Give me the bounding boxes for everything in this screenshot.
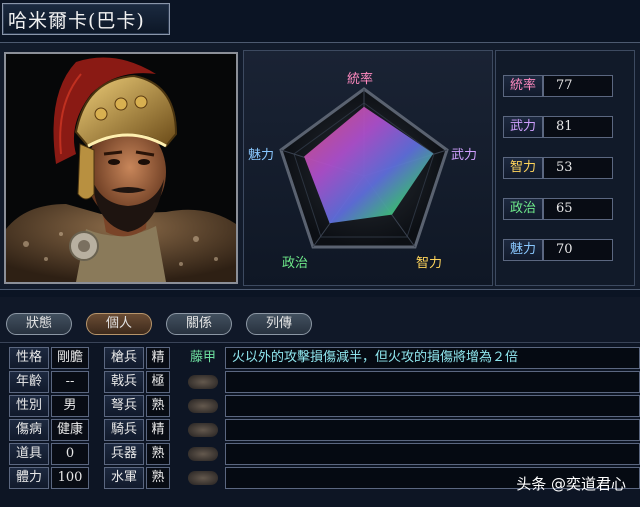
aptitude-value: 極 — [146, 371, 170, 393]
empty-skill-icon — [188, 447, 218, 461]
stat-label: 政治 — [503, 198, 543, 220]
empty-skill-icon — [188, 471, 218, 485]
info-value: 100 — [51, 467, 89, 489]
aptitude-value: 熟 — [146, 443, 170, 465]
watermark: 头条 @奕道君心 — [516, 475, 626, 493]
stat-label: 統率 — [503, 75, 543, 97]
aptitude-label: 水軍 — [104, 467, 144, 489]
radar-label-charm: 魅力 — [248, 148, 275, 163]
skill-description — [225, 395, 640, 417]
skill-description: 火以外的攻擊損傷減半，但火攻的損傷將增為２倍 — [225, 347, 640, 369]
tab-status[interactable]: 狀態 — [6, 313, 72, 335]
info-label: 傷病 — [9, 419, 49, 441]
empty-skill-icon — [188, 423, 218, 437]
empty-skill-icon — [188, 375, 218, 389]
warrior-portrait-icon — [6, 54, 236, 282]
stat-value: 65 — [543, 198, 613, 220]
aptitude-label: 兵器 — [104, 443, 144, 465]
tab-relations[interactable]: 關係 — [166, 313, 232, 335]
stat-label: 魅力 — [503, 239, 543, 261]
info-label: 性格 — [9, 347, 49, 369]
aptitude-value: 精 — [146, 347, 170, 369]
empty-skill-icon — [188, 399, 218, 413]
info-label: 年齡 — [9, 371, 49, 393]
info-value: 健康 — [51, 419, 89, 441]
info-label: 道具 — [9, 443, 49, 465]
skill-slot — [186, 443, 220, 465]
aptitude-label: 弩兵 — [104, 395, 144, 417]
skill-slot — [186, 467, 220, 489]
info-value: 剛膽 — [51, 347, 89, 369]
tab-biography[interactable]: 列傳 — [246, 313, 312, 335]
skill-description — [225, 419, 640, 441]
radar-label-war: 武力 — [451, 148, 478, 163]
stat-value: 53 — [543, 157, 613, 179]
aptitude-value: 熟 — [146, 467, 170, 489]
stat-value: 70 — [543, 239, 613, 261]
stat-label: 智力 — [503, 157, 543, 179]
info-value: -- — [51, 371, 89, 393]
info-value: 男 — [51, 395, 89, 417]
radar-label-politics: 政治 — [282, 256, 309, 271]
info-label: 性別 — [9, 395, 49, 417]
skill-description — [225, 443, 640, 465]
stat-value: 77 — [543, 75, 613, 97]
aptitude-value: 精 — [146, 419, 170, 441]
aptitude-label: 騎兵 — [104, 419, 144, 441]
info-label: 體力 — [9, 467, 49, 489]
tab-personal[interactable]: 個人 — [86, 313, 152, 335]
aptitude-label: 槍兵 — [104, 347, 144, 369]
skill-slot — [186, 419, 220, 441]
officer-portrait — [4, 52, 238, 284]
skill-description — [225, 371, 640, 393]
skill-slot — [186, 395, 220, 417]
officer-name: 哈米爾卡(巴卡) — [8, 10, 145, 32]
info-value: 0 — [51, 443, 89, 465]
aptitude-value: 熟 — [146, 395, 170, 417]
aptitude-label: 戟兵 — [104, 371, 144, 393]
skill-name: 藤甲 — [189, 350, 216, 365]
radar-label-command: 統率 — [347, 72, 374, 87]
skill-slot — [186, 371, 220, 393]
radar-label-intelligence: 智力 — [416, 256, 443, 271]
stat-label: 武力 — [503, 116, 543, 138]
stat-value: 81 — [543, 116, 613, 138]
